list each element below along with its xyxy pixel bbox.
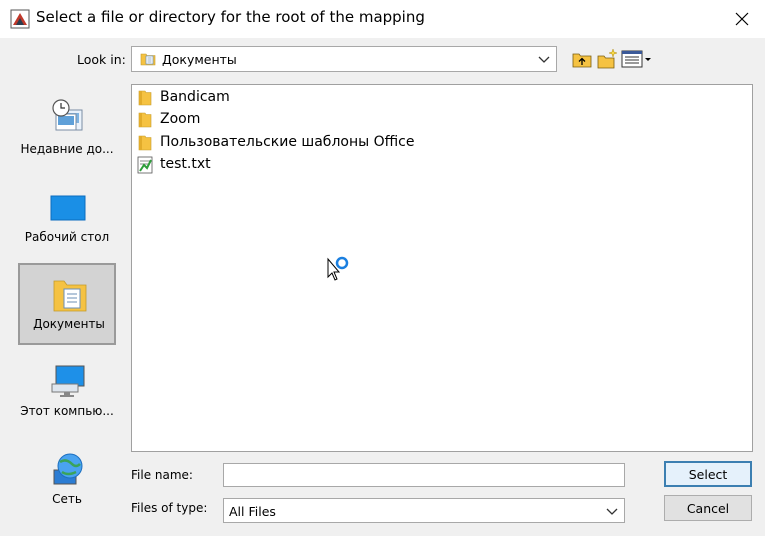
folder-icon [138,112,152,128]
folder-icon [138,90,152,106]
lookin-label: Look in: [77,52,126,67]
file-name: Пользовательские шаблоны Office [160,134,415,150]
place-label: Сеть [52,492,82,506]
folder-icon [138,135,152,151]
file-name: test.txt [160,156,211,172]
file-name: Zoom [160,111,201,127]
java-app-icon [10,9,30,29]
lookin-value: Документы [162,52,237,67]
busy-cursor-icon [327,256,349,281]
place-network[interactable]: Сеть [18,444,116,526]
file-list[interactable]: Bandicam Zoom Пользовательские шаблоны O… [131,84,753,452]
new-folder-icon[interactable] [596,48,618,70]
chevron-down-icon [538,56,550,63]
filetype-value: All Files [229,504,276,519]
close-icon [735,12,749,26]
filetype-label: Files of type: [131,501,208,515]
filename-input[interactable] [223,463,625,487]
filetype-combo[interactable]: All Files [223,498,625,523]
place-label: Недавние до... [20,142,114,156]
place-documents[interactable]: Документы [18,263,116,345]
network-icon [53,453,83,485]
title-bar: Select a file or directory for the root … [0,0,765,38]
place-desktop[interactable]: Рабочий стол [18,184,116,266]
places-sidebar: Недавние до... Рабочий стол Документы Эт… [12,84,124,524]
lookin-combo[interactable]: Документы [131,46,557,72]
place-label: Этот компью... [20,404,114,418]
desktop-icon [50,195,86,221]
file-list-item[interactable]: test.txt [136,154,536,176]
filename-label: File name: [131,468,193,482]
recent-items-icon [52,99,83,131]
place-recent[interactable]: Недавние до... [18,94,116,176]
file-list-item[interactable]: Bandicam [136,87,536,109]
file-list-item[interactable]: Zoom [136,109,536,131]
place-label: Рабочий стол [24,230,110,244]
select-button[interactable]: Select [664,461,752,487]
close-button[interactable] [719,0,765,38]
place-this-pc[interactable]: Этот компью... [18,356,116,438]
file-name: Bandicam [160,89,230,105]
view-menu-icon[interactable] [621,48,653,70]
file-list-item[interactable]: Пользовательские шаблоны Office [136,132,536,154]
computer-icon [51,365,85,397]
up-one-level-icon[interactable] [571,48,593,70]
documents-folder-icon [53,280,87,312]
documents-folder-icon [140,53,156,66]
place-label: Документы [33,317,105,331]
window-title: Select a file or directory for the root … [36,8,425,26]
chevron-down-icon [606,508,618,515]
cancel-button[interactable]: Cancel [664,495,752,521]
text-file-icon [137,156,153,174]
